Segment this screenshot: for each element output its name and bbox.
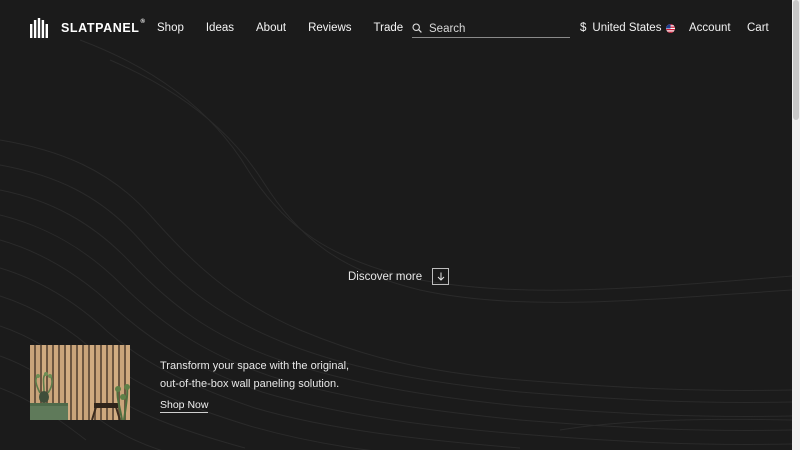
brand-name: SLATPANEL® [61, 19, 146, 35]
nav-item-ideas[interactable]: Ideas [206, 22, 234, 34]
nav-item-shop[interactable]: Shop [157, 22, 184, 34]
nav-item-about[interactable]: About [256, 22, 286, 34]
shop-now-link[interactable]: Shop Now [160, 399, 209, 413]
cart-link[interactable]: Cart [747, 22, 769, 34]
registered-mark: ® [140, 19, 146, 25]
scrollbar[interactable] [792, 0, 800, 450]
account-link[interactable]: Account [689, 22, 731, 34]
page: SLATPANEL® Shop Ideas About Reviews Trad… [0, 0, 792, 450]
nav-item-trade[interactable]: Trade [374, 22, 404, 34]
brand-logo[interactable]: SLATPANEL® [30, 18, 146, 38]
scrollbar-thumb[interactable] [793, 0, 799, 120]
nav-item-reviews[interactable]: Reviews [308, 22, 351, 34]
promo-line-2: out-of-the-box wall paneling solution. [160, 378, 340, 390]
arrow-down-icon [437, 272, 444, 281]
country-selector[interactable]: $ United States [580, 22, 676, 34]
discover-more-button[interactable] [432, 268, 450, 285]
search-input[interactable] [429, 22, 559, 35]
promo-image [30, 345, 130, 420]
site-header: SLATPANEL® Shop Ideas About Reviews Trad… [0, 0, 792, 58]
discover-more-label: Discover more [348, 270, 423, 283]
search-icon[interactable] [412, 23, 422, 33]
discover-more[interactable]: Discover more [348, 268, 450, 285]
promo-text: Transform your space with the original, … [160, 357, 390, 393]
promo-line-1: Transform your space with the original, [160, 360, 350, 372]
search-bar [412, 22, 570, 38]
slatpanel-logo-icon [30, 18, 48, 38]
slat-wall-photo [30, 345, 130, 420]
main-nav: Shop Ideas About Reviews Trade [157, 22, 425, 34]
currency-symbol: $ [580, 22, 587, 34]
country-name: United States [592, 22, 662, 34]
us-flag-icon [666, 23, 676, 33]
